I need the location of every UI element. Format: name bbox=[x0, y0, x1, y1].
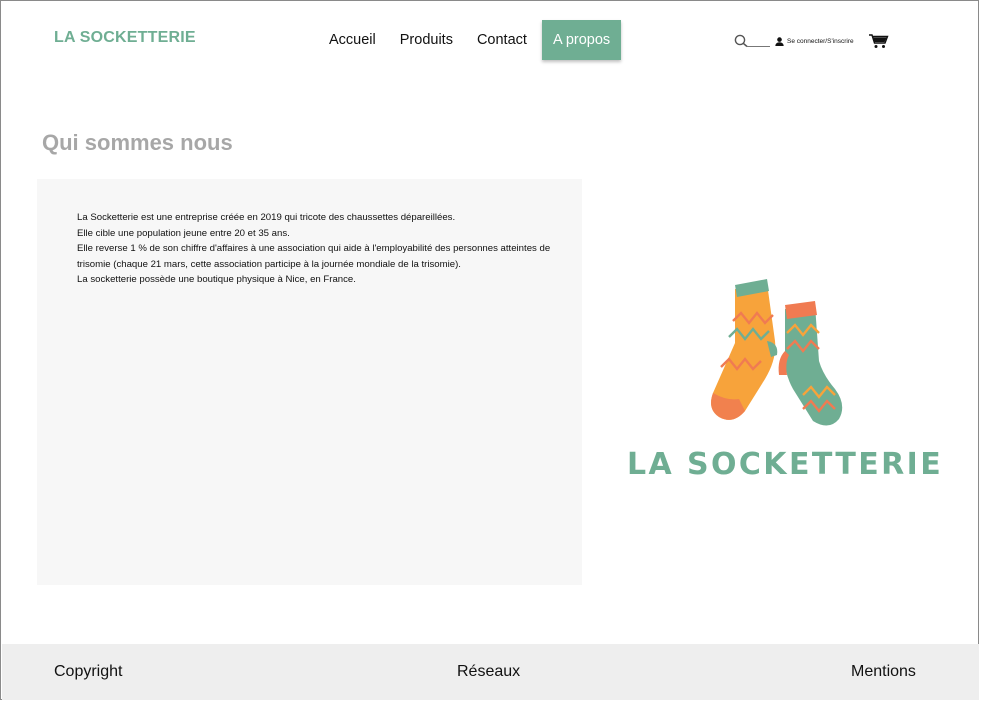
login-label: Se connecter/S'inscrire bbox=[787, 37, 854, 45]
nav-contact[interactable]: Contact bbox=[465, 20, 539, 60]
brand-logo-text: LA SOCKETTERIE bbox=[627, 447, 944, 482]
search-icon[interactable] bbox=[732, 32, 772, 50]
page-title: Qui sommes nous bbox=[42, 130, 233, 155]
footer-mentions[interactable]: Mentions bbox=[851, 663, 916, 681]
login-link[interactable]: Se connecter/S'inscrire bbox=[775, 36, 854, 46]
nav-produits[interactable]: Produits bbox=[388, 20, 465, 60]
header-tools: Se connecter/S'inscrire bbox=[732, 32, 890, 50]
about-line-3: Elle reverse 1 % de son chiffre d'affair… bbox=[77, 243, 551, 270]
about-line-4: La socketterie possède une boutique phys… bbox=[77, 274, 356, 285]
main-nav: Accueil Produits Contact A propos bbox=[317, 20, 622, 60]
footer-copyright[interactable]: Copyright bbox=[54, 663, 122, 681]
about-line-2: Elle cible une population jeune entre 20… bbox=[77, 227, 290, 239]
footer: Copyright Réseaux Mentions bbox=[2, 644, 979, 700]
nav-accueil[interactable]: Accueil bbox=[317, 20, 388, 60]
site-logo[interactable]: LA SOCKETTERIE bbox=[54, 29, 196, 47]
about-line-1: La Socketterie est une entreprise créée … bbox=[77, 212, 456, 223]
nav-a-propos[interactable]: A propos bbox=[541, 20, 622, 60]
cart-icon[interactable] bbox=[868, 32, 890, 50]
user-icon bbox=[775, 36, 784, 46]
socks-illustration bbox=[711, 279, 843, 426]
page-frame: LA SOCKETTERIE Accueil Produits Contact … bbox=[0, 0, 979, 700]
footer-networks[interactable]: Réseaux bbox=[457, 663, 520, 681]
about-panel: La Socketterie est une entreprise créée … bbox=[37, 179, 582, 585]
about-text: La Socketterie est une entreprise créée … bbox=[77, 210, 567, 288]
brand-logo: LA SOCKETTERIE bbox=[627, 271, 944, 486]
